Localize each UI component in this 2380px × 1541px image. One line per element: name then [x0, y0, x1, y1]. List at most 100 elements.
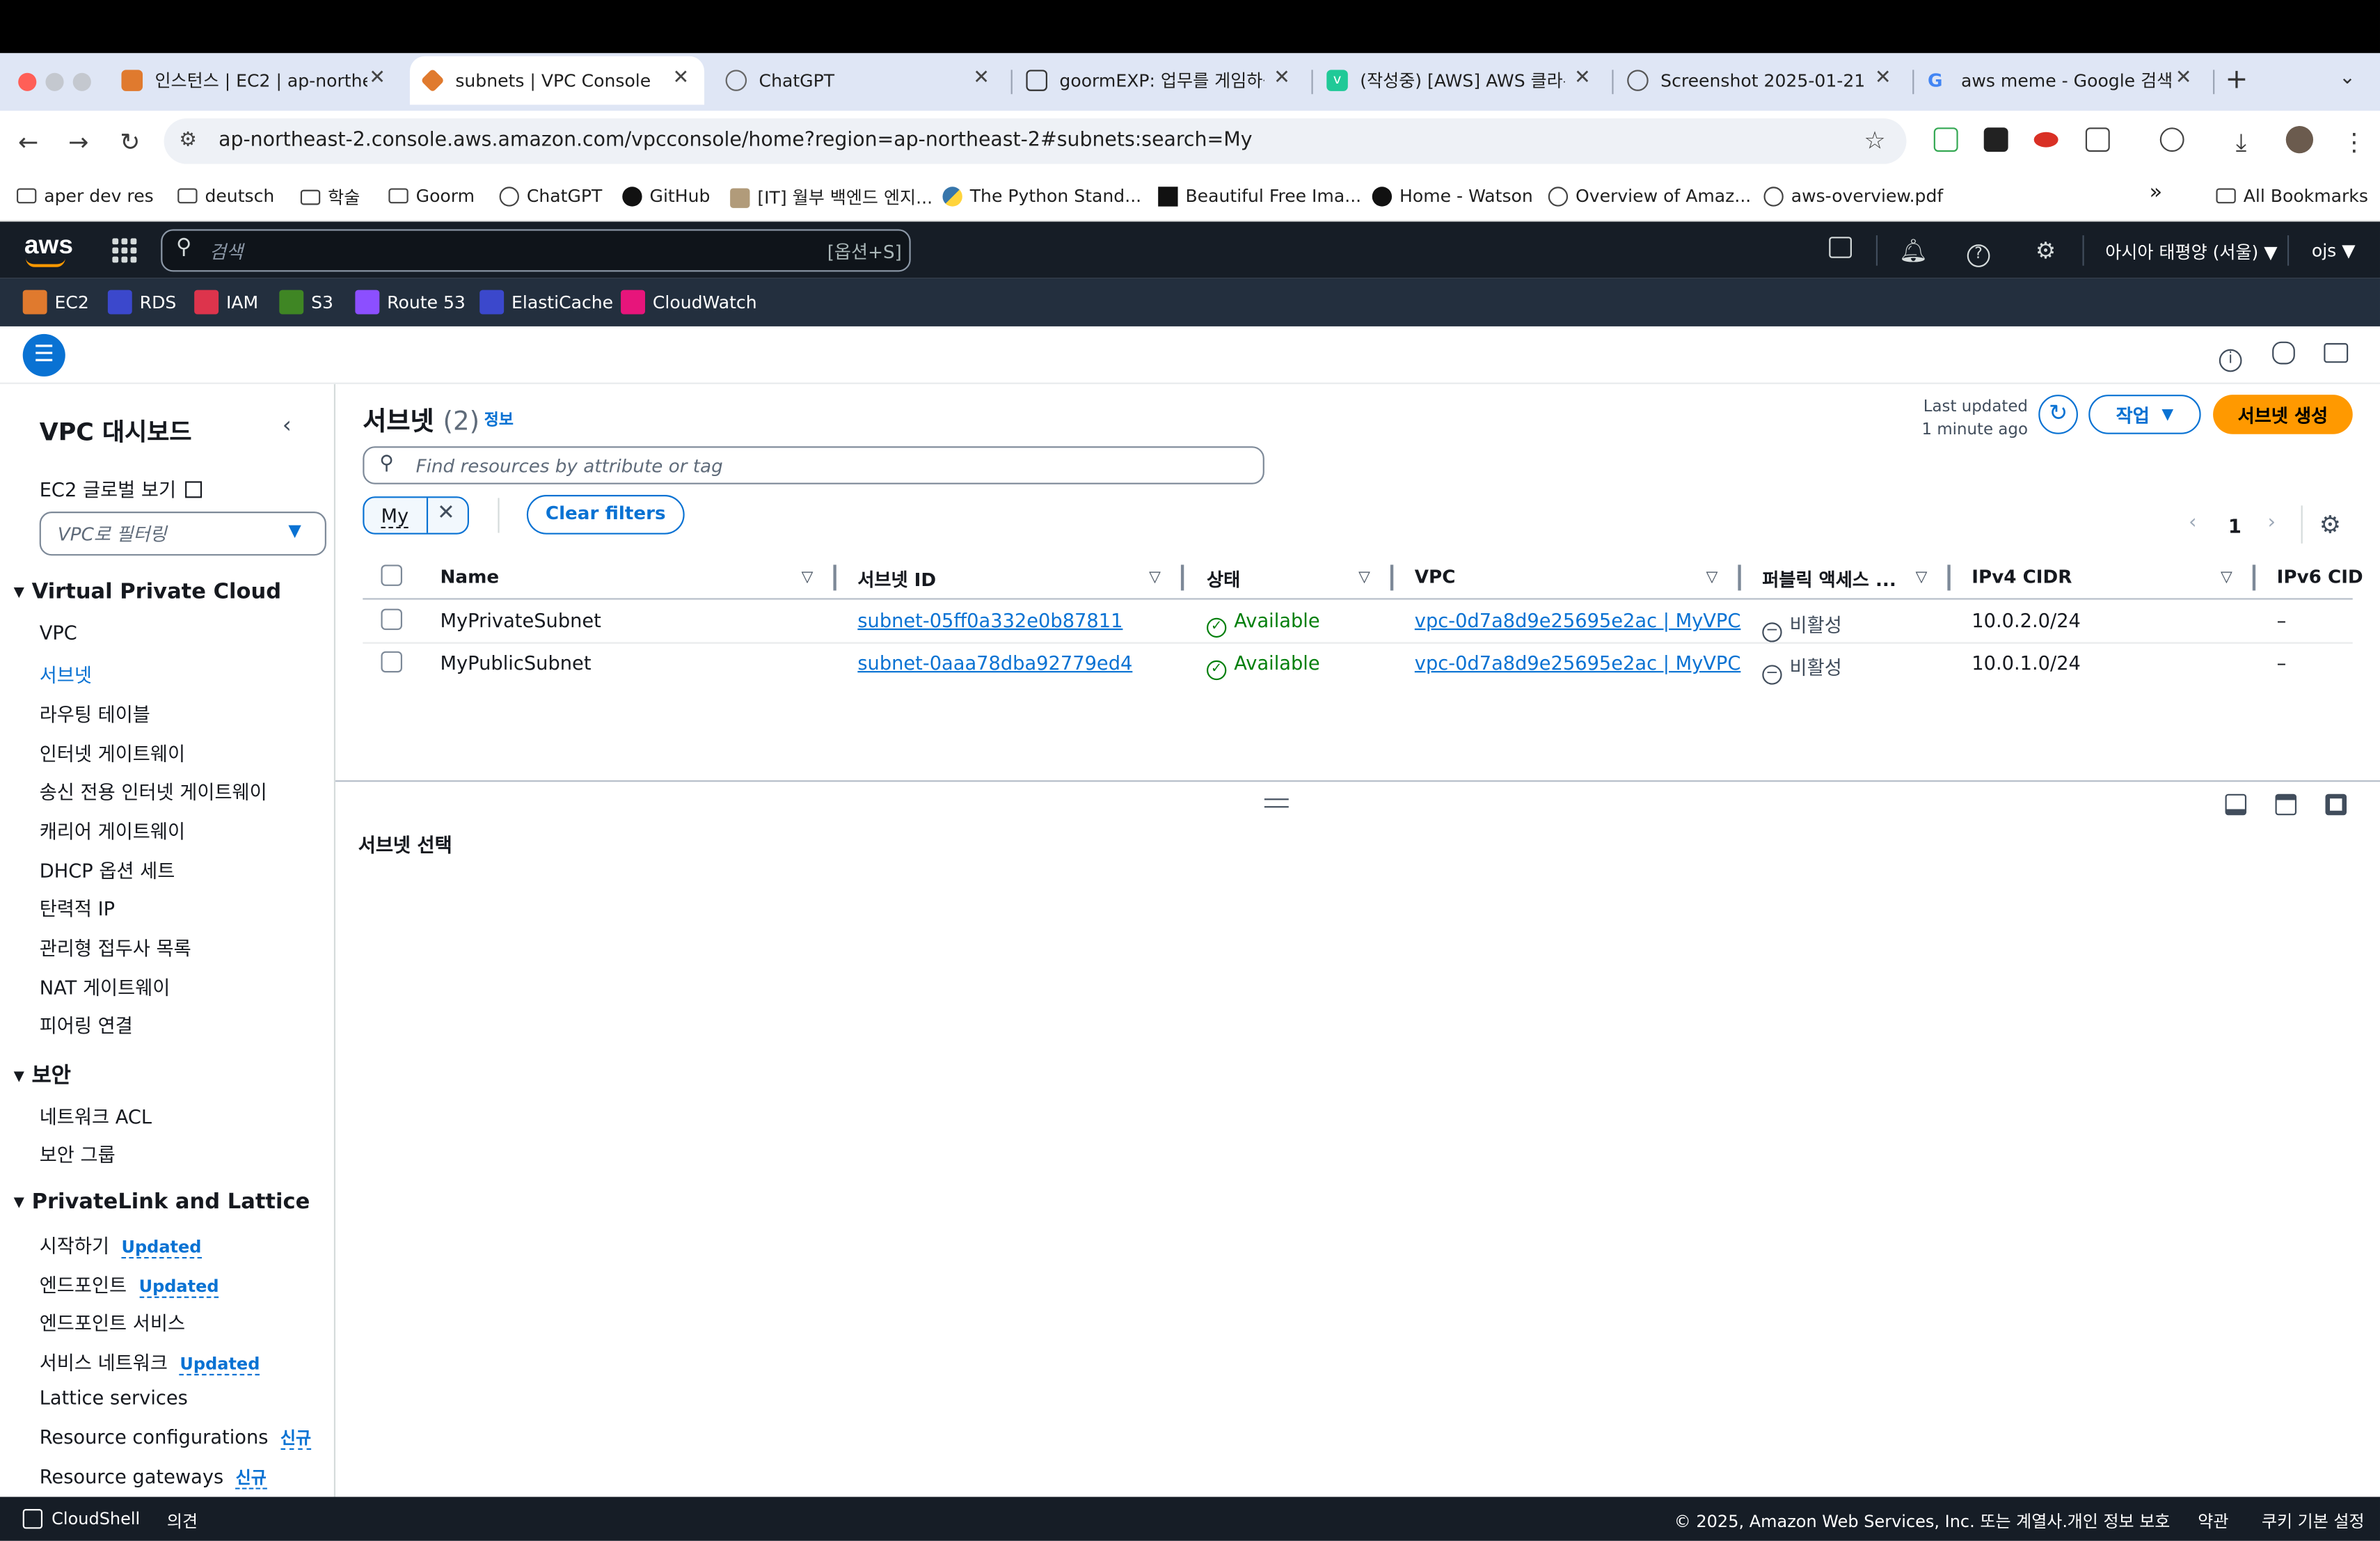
bookmark-goorm[interactable]: Goorm — [388, 185, 475, 207]
close-tab-icon[interactable]: ✕ — [369, 67, 386, 90]
close-tab-icon[interactable]: ✕ — [1574, 67, 1591, 90]
column-header-public-access[interactable]: 퍼블릭 액세스 ... — [1762, 567, 1896, 592]
extension-green-icon[interactable] — [1933, 127, 1958, 152]
current-page[interactable]: 1 — [2228, 514, 2242, 537]
column-header-subnet-id[interactable]: 서브넷 ID — [857, 567, 936, 592]
cell-subnet-id-link[interactable]: subnet-05ff0a332e0b87811 — [857, 609, 1122, 632]
forward-arrow-icon[interactable]: → — [68, 127, 88, 156]
info-link[interactable]: 정보 — [484, 409, 514, 432]
browser-tab-chatgpt[interactable]: ChatGPT ✕ — [713, 56, 1005, 105]
favorite-iam[interactable]: IAM — [194, 290, 258, 315]
column-header-ipv6-cidr[interactable]: IPv6 CID — [2277, 567, 2363, 588]
cell-subnet-id-link[interactable]: subnet-0aaa78dba92779ed4 — [857, 651, 1132, 674]
site-info-icon[interactable]: ⚙ — [179, 129, 196, 152]
bookmark-aws-pdf[interactable]: aws-overview.pdf — [1763, 185, 1943, 207]
column-header-name[interactable]: Name — [441, 567, 500, 588]
sidebar-item-service-networks[interactable]: 서비스 네트워크 Updated — [40, 1347, 260, 1376]
column-header-state[interactable]: 상태 — [1207, 567, 1240, 592]
help-icon[interactable]: ? — [1967, 237, 1990, 267]
region-selector[interactable]: 아시아 태평양 (서울) ▼ — [2105, 240, 2277, 264]
sidebar-item-resource-configurations[interactable]: Resource configurations 신규 — [40, 1425, 312, 1450]
column-resizer[interactable] — [2252, 564, 2255, 591]
profile-avatar[interactable] — [2285, 126, 2314, 154]
new-tab-button[interactable]: + — [2226, 64, 2248, 96]
split-panel-resize-handle[interactable] — [1264, 798, 1289, 808]
terms-link[interactable]: 약관 — [2198, 1509, 2228, 1533]
browser-tab-ec2[interactable]: 인스턴스 | EC2 | ap-northea ✕ — [109, 56, 401, 105]
browser-tab-subnets[interactable]: subnets | VPC Console ✕ — [409, 56, 705, 105]
aws-logo[interactable]: aws — [24, 231, 73, 262]
close-tab-icon[interactable]: ✕ — [2175, 67, 2192, 90]
bookmark-star-icon[interactable]: ☆ — [1864, 126, 1885, 155]
favorite-cloudwatch[interactable]: CloudWatch — [621, 290, 757, 315]
favorite-rds[interactable]: RDS — [107, 290, 176, 315]
services-grid-icon[interactable] — [112, 238, 137, 263]
sidebar-item-route-tables[interactable]: 라우팅 테이블 — [40, 698, 150, 727]
cell-vpc-link[interactable]: vpc-0d7a8d9e25695e2ac | MyVPC — [1415, 609, 1741, 632]
cloudshell-icon[interactable] — [1829, 237, 1852, 264]
sort-caret-icon[interactable]: ▽ — [1149, 569, 1161, 586]
bookmark-deutsch[interactable]: deutsch — [177, 185, 274, 207]
split-bottom-icon[interactable] — [2225, 793, 2247, 816]
download-icon[interactable]: ⤓ — [2236, 127, 2246, 158]
sidebar-ec2-global-view[interactable]: EC2 글로벌 보기 — [40, 474, 203, 503]
sort-caret-icon[interactable]: ▽ — [802, 569, 814, 586]
sidebar-item-elastic-ip[interactable]: 탄력적 IP — [40, 892, 115, 921]
bookmark-unsplash[interactable]: Beautiful Free Ima... — [1158, 185, 1361, 207]
split-full-icon[interactable] — [2325, 793, 2347, 816]
filter-token-label[interactable]: My — [381, 504, 409, 529]
sidebar-item-prefix-lists[interactable]: 관리형 접두사 목록 — [40, 932, 191, 961]
bookmark-github[interactable]: GitHub — [622, 185, 710, 207]
sort-caret-icon[interactable]: ▽ — [2221, 569, 2232, 586]
previous-page-icon[interactable]: ‹ — [2189, 512, 2196, 535]
favorite-elasticache[interactable]: ElastiCache — [479, 290, 613, 315]
browser-tab-velog[interactable]: v (작성중) [AWS] AWS 클라우 ✕ — [1315, 56, 1606, 105]
browser-menu-icon[interactable]: ⋮ — [2342, 127, 2366, 156]
minimize-window-dot[interactable] — [45, 72, 64, 91]
sidebar-item-nat-gateways[interactable]: NAT 게이트웨이 — [40, 972, 170, 1000]
actions-button[interactable]: 작업 ▼ — [2088, 395, 2201, 434]
cloudshell-link[interactable]: CloudShell — [51, 1509, 140, 1528]
url-text[interactable]: ap-northeast-2.console.aws.amazon.com/vp… — [219, 129, 1252, 152]
sidebar-item-peering[interactable]: 피어링 연결 — [40, 1009, 133, 1038]
sidebar-item-vpc[interactable]: VPC — [40, 621, 77, 644]
back-arrow-icon[interactable]: ← — [18, 127, 38, 156]
browser-tab-goorm[interactable]: goormEXP: 업무를 게임하듯 ✕ — [1014, 56, 1306, 105]
sidebar-item-endpoints[interactable]: 엔드포인트 Updated — [40, 1269, 219, 1298]
extension-red-icon[interactable] — [2033, 132, 2058, 148]
cookie-preferences-link[interactable]: 쿠키 기본 설정 — [2262, 1509, 2365, 1533]
favorite-ec2[interactable]: EC2 — [22, 290, 89, 315]
privacy-link[interactable]: 개인 정보 보호 — [2068, 1509, 2171, 1533]
browser-tab-screenshot[interactable]: Screenshot 2025-01-21 a ✕ — [1615, 56, 1907, 105]
sidebar-item-resource-gateways[interactable]: Resource gateways 신규 — [40, 1465, 267, 1489]
close-window-dot[interactable] — [18, 72, 37, 91]
extensions-puzzle-icon[interactable] — [2085, 127, 2110, 152]
create-subnet-button[interactable]: 서브넷 생성 — [2213, 395, 2353, 434]
sidebar-item-getting-started[interactable]: 시작하기 Updated — [40, 1230, 202, 1259]
sidebar-item-subnets[interactable]: 서브넷 — [40, 659, 92, 688]
menu-hamburger-icon[interactable]: ☰ — [22, 333, 65, 377]
favorite-s3[interactable]: S3 — [279, 290, 333, 315]
close-tab-icon[interactable]: ✕ — [1274, 67, 1290, 90]
sort-caret-icon[interactable]: ▽ — [1706, 569, 1718, 586]
refresh-button[interactable]: ↻ — [2038, 395, 2078, 434]
row-checkbox[interactable] — [381, 608, 402, 631]
favorite-route53[interactable]: Route 53 — [355, 290, 466, 315]
column-header-ipv4-cidr[interactable]: IPv4 CIDR — [1972, 567, 2072, 588]
column-header-vpc[interactable]: VPC — [1415, 567, 1456, 588]
section-security[interactable]: ▾ 보안 — [14, 1059, 71, 1090]
aws-search-input[interactable] — [161, 229, 911, 272]
feedback-link[interactable]: 의견 — [167, 1509, 198, 1533]
sidebar-item-network-acl[interactable]: 네트워크 ACL — [40, 1100, 152, 1129]
more-bookmarks-button[interactable]: » — [2149, 181, 2162, 205]
info-circle-icon[interactable]: i — [2219, 342, 2242, 372]
bookmark-aws-overview[interactable]: Overview of Amaz... — [1548, 185, 1751, 207]
cell-vpc-link[interactable]: vpc-0d7a8d9e25695e2ac | MyVPC — [1415, 651, 1741, 674]
account-menu[interactable]: ojs ▼ — [2312, 240, 2356, 262]
close-tab-icon[interactable]: ✕ — [1875, 67, 1891, 90]
select-all-checkbox[interactable] — [381, 564, 402, 586]
bell-icon[interactable]: 🔔︎ — [1899, 237, 1928, 264]
column-resizer[interactable] — [1738, 564, 1740, 591]
sidebar-item-internet-gateways[interactable]: 인터넷 게이트웨이 — [40, 738, 185, 766]
sidebar-item-security-groups[interactable]: 보안 그룹 — [40, 1139, 116, 1167]
